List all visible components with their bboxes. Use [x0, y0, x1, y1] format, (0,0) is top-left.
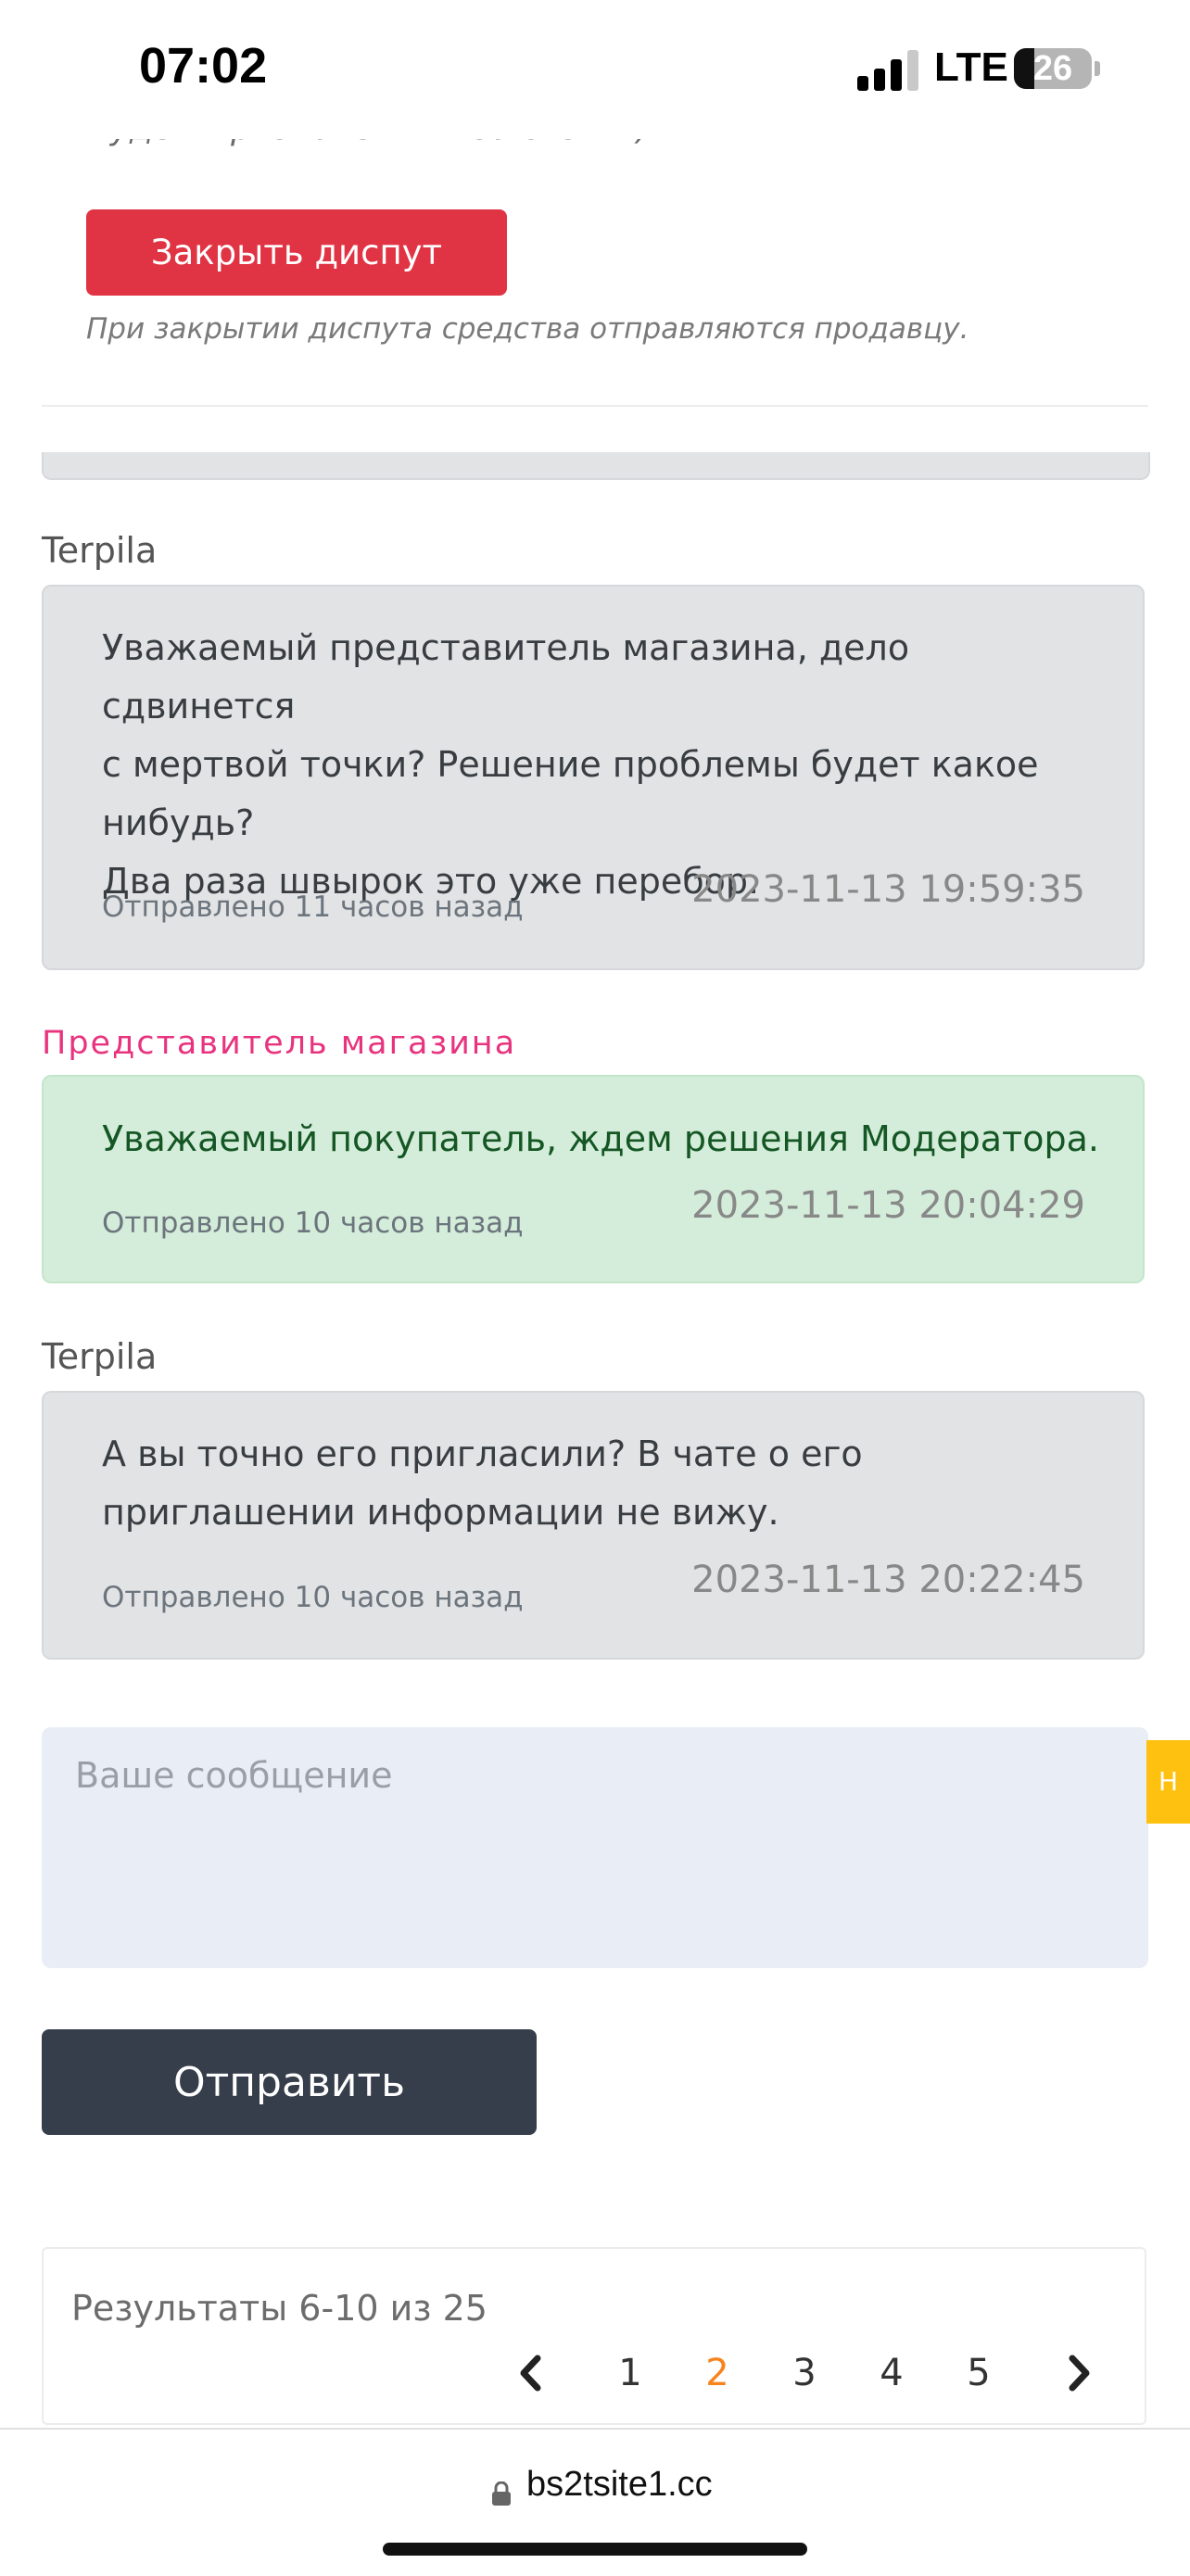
- message-sent-ago: Отправлено 10 часов назад: [102, 1581, 524, 1614]
- status-time: 07:02: [139, 38, 268, 94]
- url-text[interactable]: bs2tsite1.cc: [526, 2465, 713, 2505]
- message-timestamp: 2023-11-13 19:59:35: [691, 868, 1085, 911]
- results-count: Результаты 6-10 из 25: [71, 2288, 487, 2329]
- page-link-4[interactable]: 4: [864, 2345, 919, 2401]
- side-tab[interactable]: Н: [1146, 1740, 1190, 1824]
- shop-author: Представитель магазина: [42, 1025, 517, 1062]
- message-timestamp: 2023-11-13 20:04:29: [691, 1184, 1085, 1227]
- page-link-1[interactable]: 1: [602, 2345, 658, 2401]
- message-sent-ago: Отправлено 10 часов назад: [102, 1206, 524, 1240]
- message-box: Уважаемый представитель магазина, дело с…: [42, 585, 1145, 970]
- message-box: А вы точно его пригласили? В чате о его …: [42, 1391, 1145, 1660]
- message-text: А вы точно его пригласили? В чате о его …: [102, 1433, 863, 1533]
- message-author: Terpila: [42, 530, 158, 571]
- signal-icon: [857, 50, 920, 91]
- message-timestamp: 2023-11-13 20:22:45: [691, 1559, 1085, 1601]
- page-link-3[interactable]: 3: [777, 2345, 832, 2401]
- battery-icon: 26: [1014, 48, 1092, 89]
- chevron-left-icon[interactable]: [502, 2345, 558, 2401]
- battery-level: 26: [1032, 49, 1073, 88]
- page-link-5[interactable]: 5: [951, 2345, 1006, 2401]
- close-dispute-button[interactable]: Закрыть диспут: [86, 209, 507, 296]
- chevron-right-icon[interactable]: [1052, 2345, 1108, 2401]
- send-button[interactable]: Отправить: [42, 2029, 537, 2135]
- lock-icon: [491, 2481, 512, 2506]
- close-dispute-note: При закрытии диспута средства отправляют…: [86, 312, 969, 346]
- divider: [42, 405, 1148, 407]
- page-link-2-active[interactable]: 2: [690, 2345, 745, 2401]
- home-indicator[interactable]: [383, 2543, 807, 2556]
- pagination: Результаты 6-10 из 25 1 2 3 4 5: [42, 2247, 1146, 2425]
- message-author: Terpila: [42, 1336, 158, 1377]
- status-bar: 07:02 LTE 26: [0, 0, 1190, 139]
- message-sent-ago: Отправлено 11 часов назад: [102, 890, 524, 924]
- network-label: LTE: [934, 44, 1008, 90]
- shop-message-box: Уважаемый покупатель, ждем решения Модер…: [42, 1075, 1145, 1283]
- message-text: Уважаемый представитель магазина, дело с…: [102, 627, 1039, 902]
- battery-tip: [1095, 61, 1100, 76]
- previous-message-edge: [42, 452, 1150, 480]
- browser-url-bar: bs2tsite1.cc: [0, 2428, 1190, 2576]
- message-input[interactable]: [42, 1727, 1148, 1968]
- message-text: Уважаемый покупатель, ждем решения Модер…: [102, 1118, 1099, 1159]
